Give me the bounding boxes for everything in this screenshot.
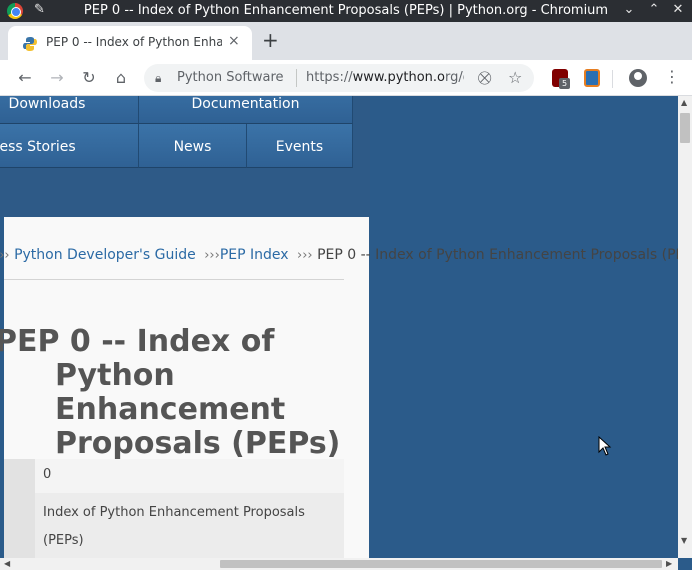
- omnibox-separator: [296, 69, 297, 87]
- tab-close-icon[interactable]: ×: [228, 33, 240, 49]
- url-prefix: https://: [306, 70, 353, 85]
- mouse-pointer-icon: [598, 436, 612, 456]
- nav-documentation-label: Documentation: [191, 96, 300, 112]
- table-row-header: [4, 459, 35, 493]
- breadcrumb-separator: ›››: [0, 248, 10, 263]
- menu-kebab-icon[interactable]: ⋮: [664, 67, 680, 86]
- close-window-icon[interactable]: ✕: [669, 2, 687, 17]
- table-row-header: [4, 493, 35, 563]
- forward-button[interactable]: →: [47, 68, 67, 88]
- url-text[interactable]: https://www.python.org/dev/peps/: [306, 70, 464, 85]
- browser-toolbar: ← → ↻ ⌂ 🔒︎ Python Software https://www.p…: [0, 60, 692, 96]
- tab-pep0[interactable]: PEP 0 -- Index of Python Enhancement Pro…: [8, 26, 252, 60]
- home-button[interactable]: ⌂: [111, 68, 131, 88]
- tracking-blocked-icon[interactable]: ⛒: [478, 71, 491, 86]
- nav-downloads[interactable]: Downloads: [0, 96, 139, 124]
- toolbar-divider: [612, 70, 613, 88]
- ublock-extension-icon[interactable]: 5: [552, 69, 570, 89]
- scroll-right-arrow-icon[interactable]: ▶: [666, 559, 672, 568]
- scroll-up-arrow-icon[interactable]: ▲: [681, 98, 687, 107]
- url-suffix: rg/dev/peps/: [445, 70, 464, 85]
- ublock-badge: 5: [559, 78, 570, 89]
- breadcrumb-divider: [4, 279, 344, 280]
- nav-success-stories[interactable]: Success Stories: [0, 124, 139, 168]
- breadcrumb-dev-guide-link[interactable]: Python Developer's Guide: [14, 247, 196, 263]
- table-cell-pep-title: Index of Python Enhancement Proposals (P…: [35, 493, 344, 563]
- new-tab-button[interactable]: +: [262, 30, 279, 50]
- vertical-scroll-thumb[interactable]: [680, 113, 690, 143]
- chevron-down-icon[interactable]: ⌄: [620, 2, 638, 17]
- lock-icon[interactable]: 🔒︎: [155, 71, 161, 86]
- nav-news-label: News: [173, 139, 212, 155]
- url-domain: www.python.o: [352, 70, 446, 85]
- vertical-scrollbar[interactable]: ▲ ▼: [678, 96, 692, 558]
- breadcrumb-current: PEP 0 -- Index of Python Enhancement Pro…: [317, 247, 692, 263]
- breadcrumb: ››› Python Developer's Guide ›››PEP Inde…: [0, 247, 692, 263]
- reload-button[interactable]: ↻: [79, 68, 99, 88]
- window-titlebar: ✎ PEP 0 -- Index of Python Enhancement P…: [0, 0, 692, 22]
- site-identity[interactable]: Python Software: [177, 70, 284, 85]
- main-nav: Downloads Documentation Success Stories …: [0, 96, 370, 217]
- back-button[interactable]: ←: [15, 68, 35, 88]
- breadcrumb-pep-index-link[interactable]: PEP Index: [220, 247, 289, 263]
- horizontal-scroll-thumb[interactable]: [220, 560, 662, 568]
- table-row: 0: [4, 459, 344, 493]
- nav-success-stories-label: Success Stories: [0, 139, 76, 155]
- nav-news[interactable]: News: [139, 124, 247, 168]
- horizontal-scrollbar[interactable]: ◀ ▶: [0, 558, 678, 570]
- scroll-down-arrow-icon[interactable]: ▼: [681, 536, 687, 545]
- table-row: Index of Python Enhancement Proposals (P…: [4, 493, 344, 563]
- profile-avatar-icon[interactable]: [629, 69, 647, 87]
- nav-events[interactable]: Events: [247, 124, 353, 168]
- nav-downloads-label: Downloads: [8, 96, 86, 112]
- breadcrumb-separator: ›››: [204, 248, 220, 263]
- web-viewport: Downloads Documentation Success Stories …: [0, 96, 692, 570]
- window-title: PEP 0 -- Index of Python Enhancement Pro…: [83, 3, 609, 18]
- breadcrumb-separator: ›››: [297, 248, 313, 263]
- content-area: ››› Python Developer's Guide ›››PEP Inde…: [0, 217, 692, 563]
- nav-documentation[interactable]: Documentation: [139, 96, 353, 124]
- extension-icon[interactable]: [584, 69, 600, 87]
- tab-title: PEP 0 -- Index of Python Enhancement Pro…: [46, 35, 222, 49]
- python-favicon-icon: [23, 37, 37, 51]
- maximize-icon[interactable]: ⌃: [645, 2, 663, 17]
- tab-strip: PEP 0 -- Index of Python Enhancement Pro…: [0, 22, 692, 60]
- page-background: [370, 96, 678, 558]
- nav-events-label: Events: [275, 139, 324, 155]
- bookmark-star-icon[interactable]: ☆: [508, 68, 522, 87]
- scroll-left-arrow-icon[interactable]: ◀: [4, 559, 10, 568]
- page-title: PEP 0 -- Index of Python Enhancement Pro…: [0, 324, 341, 461]
- address-bar[interactable]: 🔒︎ Python Software https://www.python.or…: [144, 64, 534, 92]
- table-cell-pep-number: 0: [35, 459, 344, 493]
